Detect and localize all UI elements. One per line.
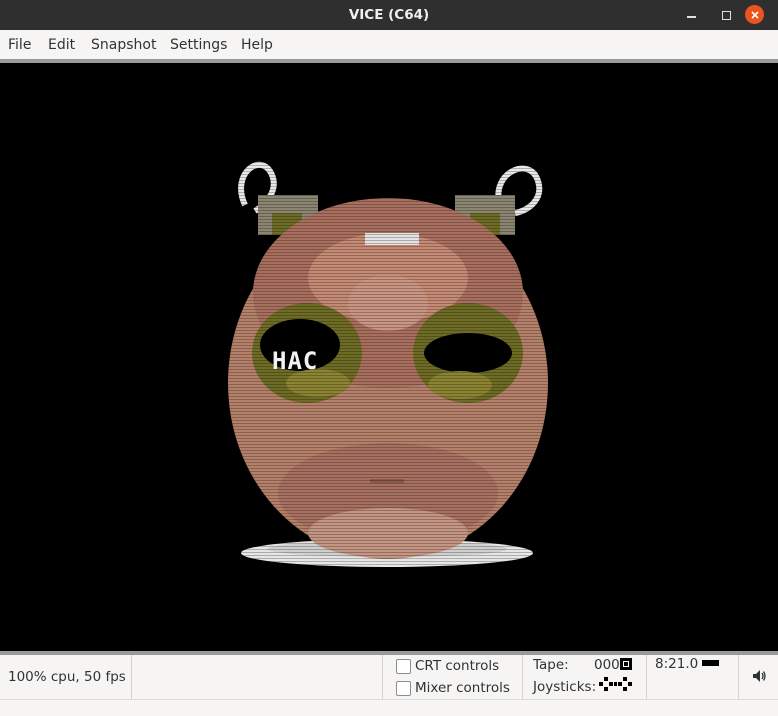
menu-settings[interactable]: Settings [170,37,227,53]
mixer-controls-label[interactable]: Mixer controls [415,680,510,696]
volume-icon[interactable] [751,668,767,684]
time-display: 8:21.0 [655,656,699,672]
crt-controls-checkbox[interactable] [396,659,411,674]
maximize-icon [721,10,731,20]
status-divider [738,655,739,699]
cpu-status: 100% cpu, 50 fps [8,669,126,685]
joysticks-label: Joysticks: [533,679,597,695]
status-bar: 100% cpu, 50 fps CRT controls Mixer cont… [0,655,778,699]
minimize-button[interactable] [681,5,701,25]
menu-bar: File Edit Snapshot Settings Help [0,30,778,60]
status-divider [646,655,647,699]
status-divider [522,655,523,699]
crt-controls-label[interactable]: CRT controls [415,658,499,674]
menu-help[interactable]: Help [241,37,273,53]
window-bottom-edge [0,699,778,716]
mixer-controls-checkbox[interactable] [396,681,411,696]
minimize-icon [686,16,696,18]
joystick-icon [599,677,632,691]
menu-edit[interactable]: Edit [48,37,75,53]
drive-led-icon [702,660,719,666]
menu-snapshot[interactable]: Snapshot [91,37,156,53]
window-title: VICE (C64) [348,7,430,23]
status-divider [382,655,383,699]
emulator-screen[interactable]: HAC [0,63,778,651]
menu-file[interactable]: File [8,37,31,53]
tape-counter: 000 [594,657,620,673]
tape-status-icon [620,658,632,670]
close-button[interactable] [745,5,764,24]
overlay-text-left: HAC [272,347,319,375]
status-divider [131,655,132,699]
maximize-button[interactable] [716,5,736,25]
title-bar: VICE (C64) [0,0,778,30]
alien-head-graphic [0,63,778,651]
tape-label: Tape: [533,657,569,673]
close-icon [750,10,759,19]
